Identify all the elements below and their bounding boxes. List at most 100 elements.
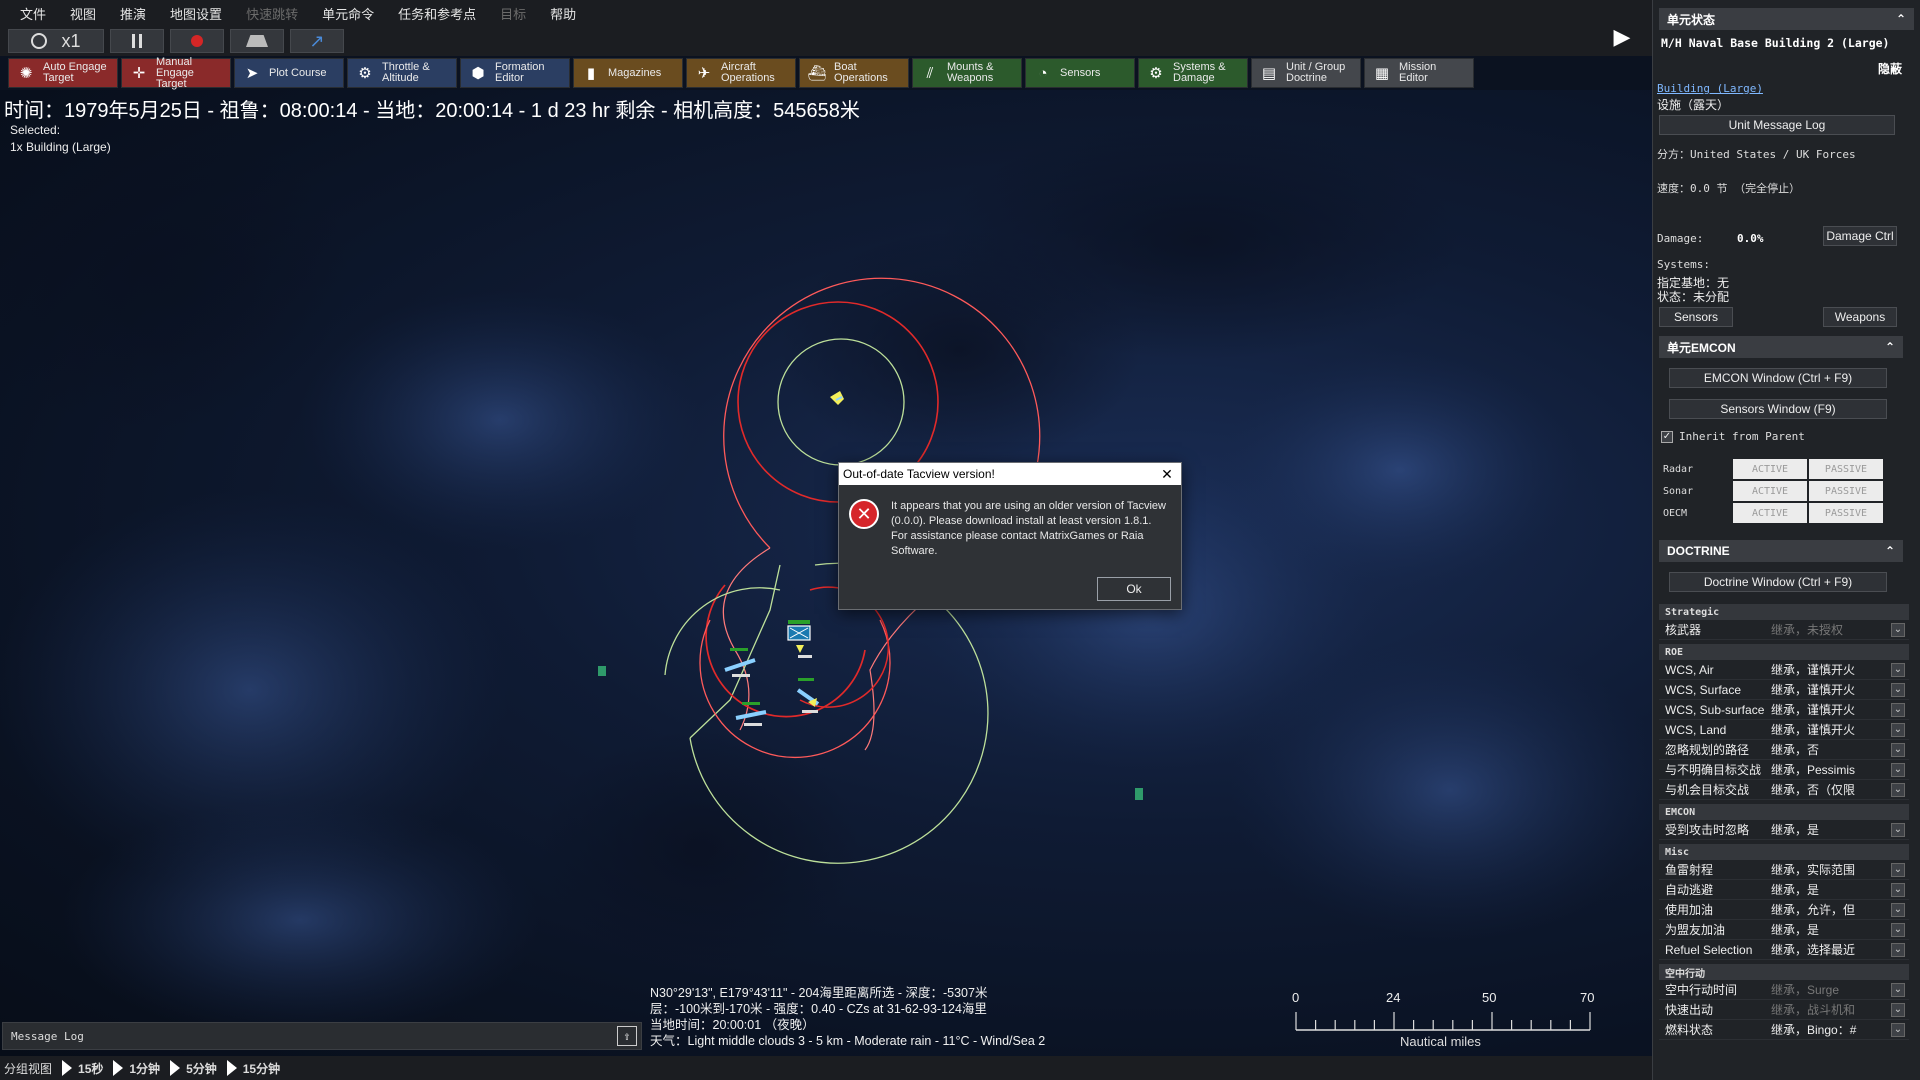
emcon-passive-button[interactable]: PASSIVE xyxy=(1809,503,1883,523)
menu-item-1[interactable]: 视图 xyxy=(58,4,108,23)
close-icon[interactable]: ✕ xyxy=(1159,465,1175,483)
doctrine-row-roe[interactable]: WCS, Air 继承，谨慎开火 ⌄ xyxy=(1659,660,1909,680)
menu-item-6[interactable]: 任务和参考点 xyxy=(386,4,488,23)
unit-facility-selected[interactable] xyxy=(787,620,811,653)
expand-icon[interactable]: ⇧ xyxy=(617,1026,637,1046)
menu-item-5[interactable]: 单元命令 xyxy=(310,4,386,23)
toolbar-button-magazine[interactable]: ▮ Magazines xyxy=(573,58,683,88)
time-step-0[interactable]: 15秒 xyxy=(62,1060,103,1077)
dropdown-icon[interactable]: ⌄ xyxy=(1891,1002,1905,1017)
doctrine-window-button[interactable]: Doctrine Window (Ctrl + F9) xyxy=(1669,572,1887,592)
dropdown-icon[interactable]: ⌄ xyxy=(1891,822,1905,837)
doctrine-row-roe[interactable]: WCS, Surface 继承，谨慎开火 ⌄ xyxy=(1659,680,1909,700)
time-step-3[interactable]: 15分钟 xyxy=(226,1060,280,1077)
dropdown-icon[interactable]: ⌄ xyxy=(1891,702,1905,717)
emcon-passive-button[interactable]: PASSIVE xyxy=(1809,459,1883,479)
dropdown-icon[interactable]: ⌄ xyxy=(1891,862,1905,877)
contact-marker-west[interactable] xyxy=(598,666,606,676)
panel-toggle-icon[interactable]: ▶ xyxy=(1610,20,1634,54)
dropdown-icon[interactable]: ⌄ xyxy=(1891,662,1905,677)
weapons-button[interactable]: Weapons xyxy=(1823,307,1897,327)
pause-button[interactable] xyxy=(110,29,164,53)
toolbar-button-aircraft[interactable]: ✈ Aircraft Operations xyxy=(686,58,796,88)
dropdown-icon[interactable]: ⌄ xyxy=(1891,982,1905,997)
unit-marker-d[interactable] xyxy=(798,655,812,658)
doctrine-row-emcon[interactable]: 受到攻击时忽略 继承，是 ⌄ xyxy=(1659,820,1909,840)
unit-marker-c[interactable] xyxy=(796,678,820,713)
time-step-2[interactable]: 5分钟 xyxy=(170,1060,217,1077)
toolbar-button-target[interactable]: ✺ Auto Engage Target xyxy=(8,58,118,88)
record-button[interactable] xyxy=(170,29,224,53)
inherit-checkbox[interactable]: ✓ xyxy=(1661,430,1673,443)
emcon-active-button[interactable]: ACTIVE xyxy=(1733,503,1807,523)
menu-item-3[interactable]: 地图设置 xyxy=(158,4,234,23)
doctrine-row-air[interactable]: 空中行动时间 继承，Surge ⌄ xyxy=(1659,980,1909,1000)
toolbar-button-mission[interactable]: ▦ Mission Editor xyxy=(1364,58,1474,88)
contact-marker-east[interactable] xyxy=(1135,788,1143,800)
time-speed-control[interactable]: x1 xyxy=(8,29,104,53)
jump-button[interactable]: ↗ xyxy=(290,29,344,53)
toolbar-button-mounts[interactable]: ⫽ Mounts & Weapons xyxy=(912,58,1022,88)
doctrine-row-nuclear[interactable]: 核武器 继承，未授权 ⌄ xyxy=(1659,620,1909,640)
toolbar-button-formation[interactable]: ⬢ Formation Editor xyxy=(460,58,570,88)
toolbar-button-doctrine[interactable]: ▤ Unit / Group Doctrine xyxy=(1251,58,1361,88)
doctrine-row-roe[interactable]: WCS, Land 继承，谨慎开火 ⌄ xyxy=(1659,720,1909,740)
message-log-bar[interactable]: Message Log ⇧ xyxy=(2,1022,642,1050)
doctrine-row-roe[interactable]: 忽略规划的路径 继承，否 ⌄ xyxy=(1659,740,1909,760)
unit-message-log-button[interactable]: Unit Message Log xyxy=(1659,115,1895,135)
toolbar-button-throttle[interactable]: ⚙ Throttle & Altitude xyxy=(347,58,457,88)
doctrine-row-misc[interactable]: Refuel Selection 继承，选择最近 ⌄ xyxy=(1659,940,1909,960)
dropdown-icon[interactable]: ⌄ xyxy=(1891,682,1905,697)
time-step-1[interactable]: 1分钟 xyxy=(113,1060,160,1077)
dropdown-icon[interactable]: ⌄ xyxy=(1891,782,1905,797)
dropdown-icon[interactable]: ⌄ xyxy=(1891,922,1905,937)
group-view-toggle[interactable]: 分组视图 xyxy=(4,1060,52,1077)
doctrine-row-air[interactable]: 快速出动 继承，战斗机和 ⌄ xyxy=(1659,1000,1909,1020)
doctrine-row-air[interactable]: 燃料状态 继承，Bingo：# ⌄ xyxy=(1659,1020,1909,1040)
dropdown-icon[interactable]: ⌄ xyxy=(1891,882,1905,897)
toolbar-button-sensors[interactable]: ◔ Sensors xyxy=(1025,58,1135,88)
dropdown-icon[interactable]: ⌄ xyxy=(1891,942,1905,957)
unit-class-link[interactable]: Building (Large) xyxy=(1657,82,1763,95)
dropdown-icon[interactable]: ⌄ xyxy=(1891,902,1905,917)
collapse-icon[interactable]: ⌃ xyxy=(1885,544,1895,558)
emcon-active-button[interactable]: ACTIVE xyxy=(1733,459,1807,479)
dropdown-icon[interactable]: ⌄ xyxy=(1891,1022,1905,1037)
damage-control-button[interactable]: Damage Ctrl xyxy=(1823,226,1897,246)
selection-info: Selected: 1x Building (Large) xyxy=(10,122,111,156)
doctrine-row-misc[interactable]: 使用加油 继承，允许，但 ⌄ xyxy=(1659,900,1909,920)
menu-item-2[interactable]: 推演 xyxy=(108,4,158,23)
dropdown-icon[interactable]: ⌄ xyxy=(1891,622,1905,637)
step-button[interactable] xyxy=(230,29,284,53)
doctrine-setting-value: 继承，否 xyxy=(1771,743,1820,757)
sensors-button[interactable]: Sensors xyxy=(1659,307,1733,327)
collapse-icon[interactable]: ⌃ xyxy=(1896,12,1906,26)
dropdown-icon[interactable]: ⌄ xyxy=(1891,722,1905,737)
toolbar-button-gear[interactable]: ⚙ Systems & Damage xyxy=(1138,58,1248,88)
menu-item-0[interactable]: 文件 xyxy=(8,4,58,23)
unit-status-header[interactable]: 单元状态 ⌃ xyxy=(1659,8,1914,30)
doctrine-row-misc[interactable]: 自动逃避 继承，是 ⌄ xyxy=(1659,880,1909,900)
collapse-icon[interactable]: ⌃ xyxy=(1885,340,1895,354)
emcon-passive-button[interactable]: PASSIVE xyxy=(1809,481,1883,501)
magazine-icon: ▮ xyxy=(586,64,596,82)
toolbar-button-crosshair[interactable]: ✛ Manual Engage Target xyxy=(121,56,231,89)
menu-item-8[interactable]: 帮助 xyxy=(538,4,588,23)
sensors-window-button[interactable]: Sensors Window (F9) xyxy=(1669,399,1887,419)
emcon-active-button[interactable]: ACTIVE xyxy=(1733,481,1807,501)
doctrine-row-roe[interactable]: 与不明确目标交战 继承，Pessimis ⌄ xyxy=(1659,760,1909,780)
doctrine-row-misc[interactable]: 鱼雷射程 继承，实际范围 ⌄ xyxy=(1659,860,1909,880)
dropdown-icon[interactable]: ⌄ xyxy=(1891,762,1905,777)
tactical-map[interactable]: 时间：1979年5月25日 - 祖鲁：08:00:14 - 当地：20:00:1… xyxy=(0,90,1652,1056)
toolbar-button-boat[interactable]: ⛴ Boat Operations xyxy=(799,58,909,88)
doctrine-header[interactable]: DOCTRINE ⌃ xyxy=(1659,540,1903,562)
emcon-header[interactable]: 单元EMCON ⌃ xyxy=(1659,336,1903,358)
dropdown-icon[interactable]: ⌄ xyxy=(1891,742,1905,757)
doctrine-row-roe[interactable]: 与机会目标交战 继承，否（仅限 ⌄ xyxy=(1659,780,1909,800)
toolbar-button-course[interactable]: ➤ Plot Course xyxy=(234,58,344,88)
unit-marker-b[interactable] xyxy=(735,702,767,726)
emcon-window-button[interactable]: EMCON Window (Ctrl + F9) xyxy=(1669,368,1887,388)
doctrine-row-misc[interactable]: 为盟友加油 继承，是 ⌄ xyxy=(1659,920,1909,940)
doctrine-row-roe[interactable]: WCS, Sub-surface 继承，谨慎开火 ⌄ xyxy=(1659,700,1909,720)
ok-button[interactable]: Ok xyxy=(1097,577,1171,601)
